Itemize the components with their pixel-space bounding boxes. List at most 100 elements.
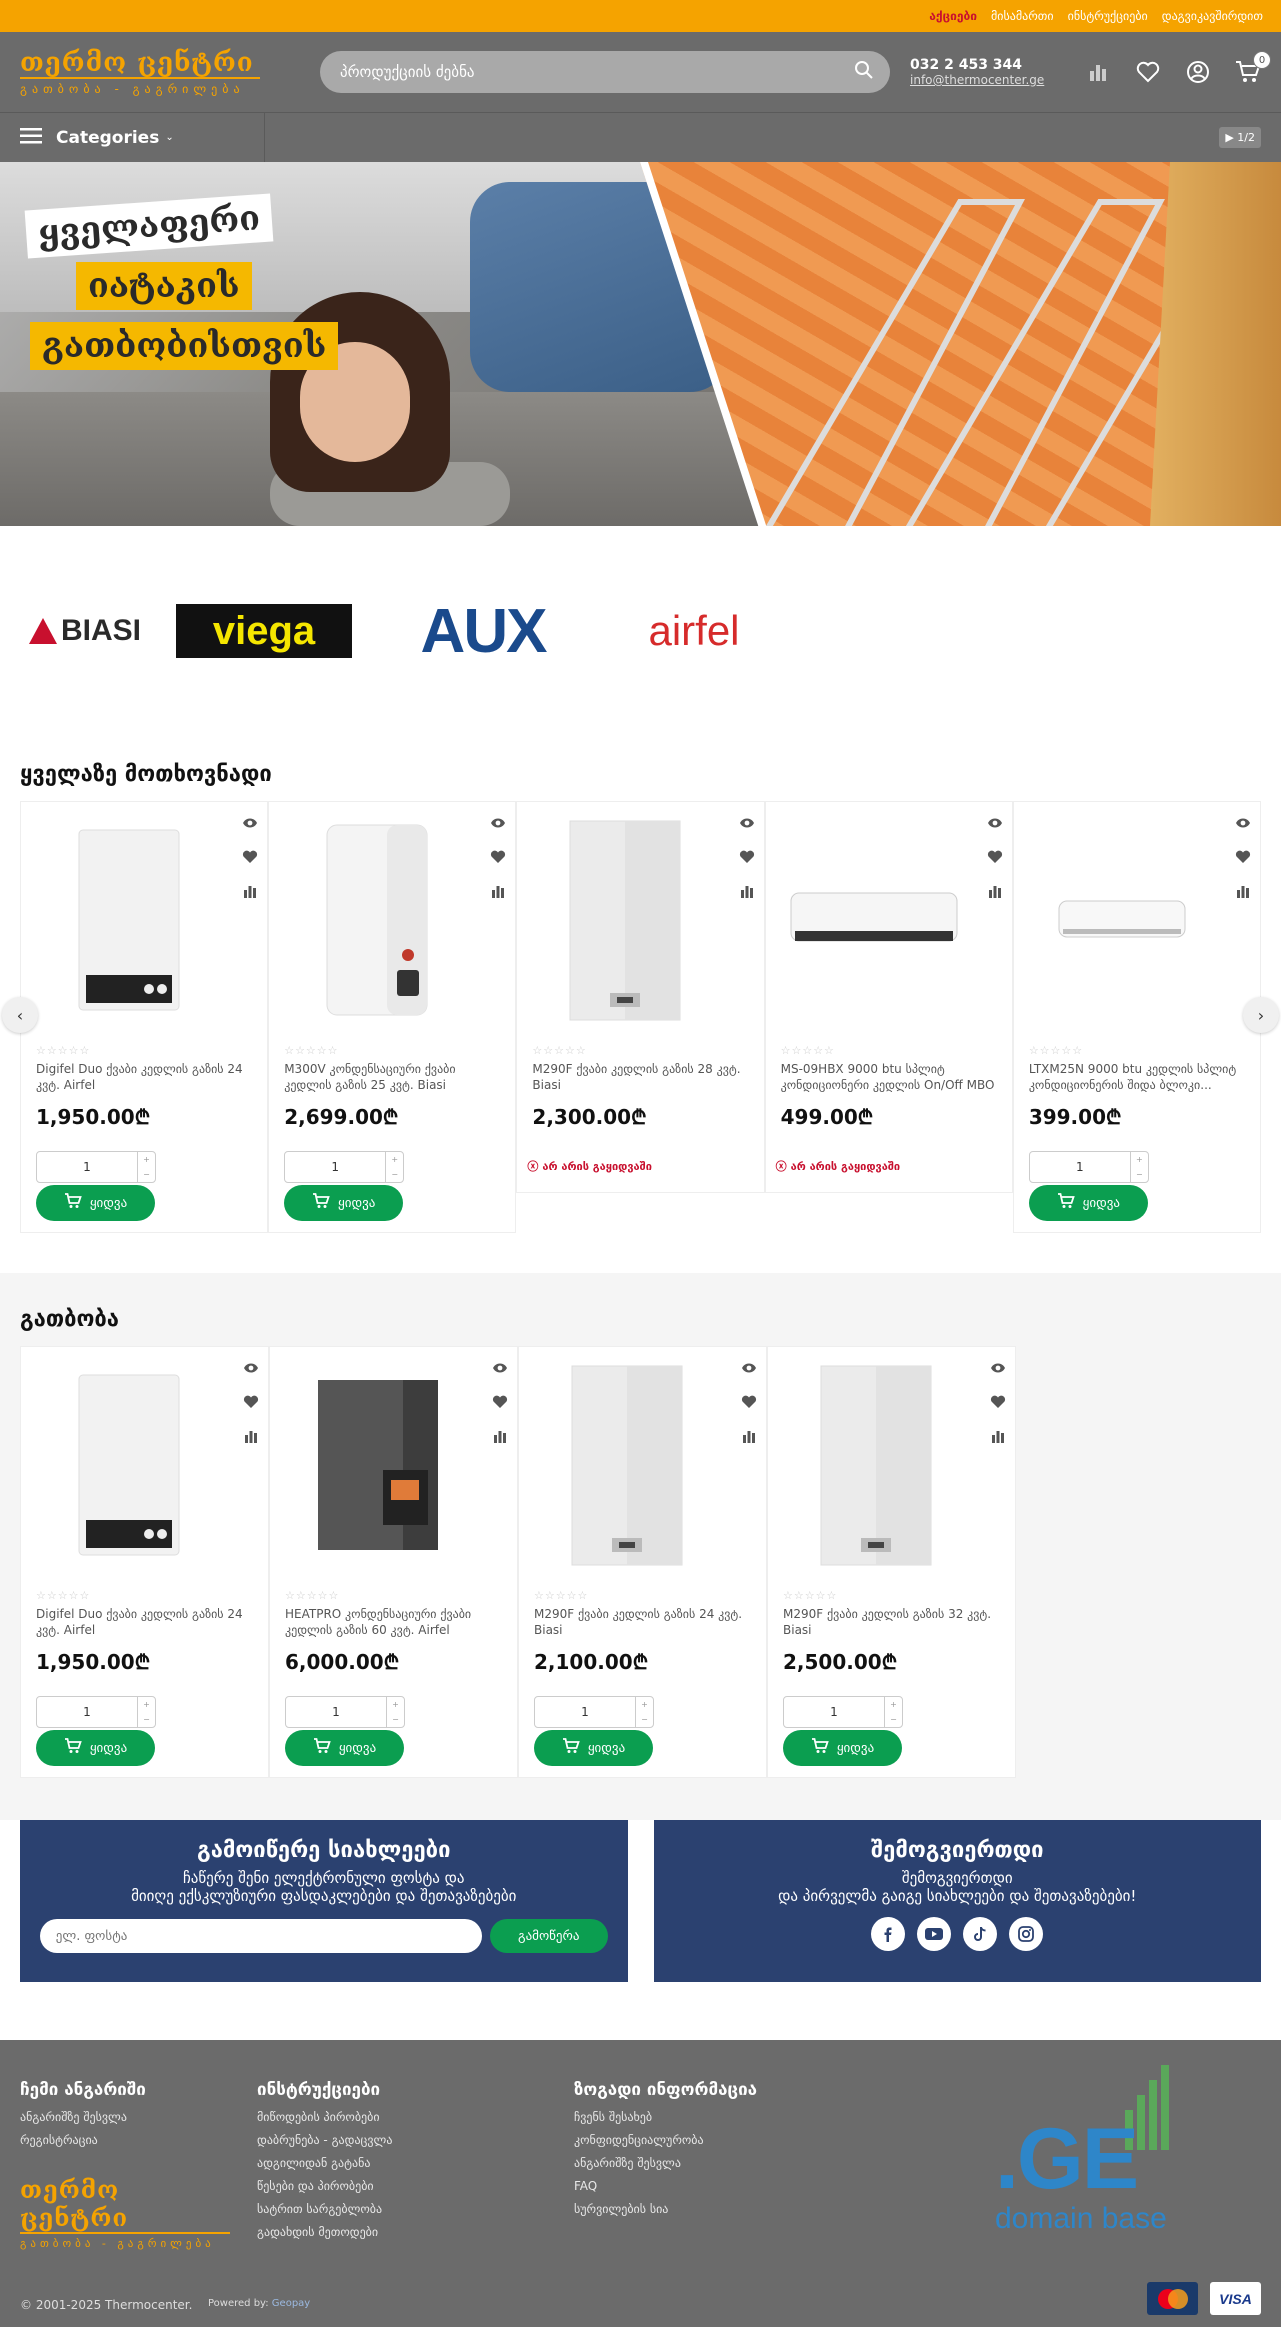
carousel-prev-button[interactable]: ‹	[2, 997, 38, 1033]
hero-banner[interactable]: ყველაფერი იატაკის გათბობისთვის	[0, 162, 1281, 526]
quick-view-icon[interactable]	[489, 814, 507, 832]
brand-logo-aux[interactable]: AUX	[378, 596, 588, 667]
decrement-icon[interactable]: −	[885, 1712, 902, 1727]
product-name[interactable]: Digifel Duo ქვაბი კედლის გაზის 24 კვტ. A…	[36, 1606, 256, 1638]
compare-icon[interactable]	[1085, 59, 1111, 85]
product-image[interactable]	[288, 1363, 468, 1567]
newsletter-email-input[interactable]	[39, 1919, 482, 1953]
footer-link[interactable]: ადგილიდან გატანა	[257, 2156, 392, 2170]
footer-link[interactable]: მიწოდების პირობები	[257, 2110, 392, 2124]
increment-icon[interactable]: +	[1131, 1152, 1148, 1167]
cart-icon[interactable]: 0	[1235, 51, 1271, 85]
categories-menu-button[interactable]: Categories ⌄	[20, 112, 265, 163]
product-image[interactable]	[39, 818, 219, 1022]
quick-view-icon[interactable]	[1234, 814, 1252, 832]
footer-link[interactable]: ჩვენს შესახებ	[574, 2110, 757, 2124]
decrement-icon[interactable]: −	[138, 1712, 155, 1727]
topbar-link-contact[interactable]: დაგვიკავშირდით	[1162, 9, 1263, 23]
buy-button[interactable]: ყიდვა	[534, 1730, 653, 1766]
product-name[interactable]: M290F ქვაბი კედლის გაზის 32 კვტ. Biasi	[783, 1606, 1003, 1638]
youtube-icon[interactable]	[917, 1917, 952, 1951]
add-to-wishlist-icon[interactable]	[738, 848, 756, 866]
product-card[interactable]: ☆☆☆☆☆ MS-09HBX 9000 btu სპლიტ კონდიციონერ…	[764, 801, 1013, 1193]
footer-link[interactable]: რეგისტრაცია	[20, 2133, 146, 2147]
phone-number[interactable]: 032 2 453 344	[910, 57, 1044, 73]
buy-button[interactable]: ყიდვა	[285, 1730, 404, 1766]
product-card[interactable]: ☆☆☆☆☆ HEATPRO კონდენსაციური ქვაბი კედლის …	[269, 1346, 518, 1778]
product-name[interactable]: HEATPRO კონდენსაციური ქვაბი კედლის გაზის…	[285, 1606, 505, 1638]
quick-view-icon[interactable]	[242, 1359, 260, 1377]
footer-logo[interactable]: თერმო ცენტრი გათბობა - გაგრილება	[20, 2176, 265, 2250]
product-card[interactable]: ☆☆☆☆☆ M290F ქვაბი კედლის გაზის 28 კვტ. Bi…	[516, 801, 765, 1193]
quick-view-icon[interactable]	[241, 814, 259, 832]
decrement-icon[interactable]: −	[387, 1712, 404, 1727]
footer-link[interactable]: ანგარიშზე შესვლა	[20, 2110, 146, 2124]
add-to-compare-icon[interactable]	[242, 1427, 260, 1445]
product-name[interactable]: M300V კონდენსაციური ქვაბი კედლის გაზის 2…	[284, 1061, 504, 1093]
increment-icon[interactable]: +	[138, 1697, 155, 1712]
add-to-wishlist-icon[interactable]	[986, 848, 1004, 866]
add-to-wishlist-icon[interactable]	[489, 848, 507, 866]
footer-link[interactable]: სატრით სარგებლობა	[257, 2202, 392, 2216]
quantity-input[interactable]	[784, 1705, 884, 1719]
product-image[interactable]	[39, 1363, 219, 1567]
add-to-compare-icon[interactable]	[489, 882, 507, 900]
topbar-link-instructions[interactable]: ინსტრუქციები	[1068, 9, 1148, 23]
add-to-compare-icon[interactable]	[989, 1427, 1007, 1445]
product-card[interactable]: ☆☆☆☆☆ M290F ქვაბი კედლის გაზის 24 კვტ. Bi…	[518, 1346, 767, 1778]
increment-icon[interactable]: +	[386, 1152, 403, 1167]
instagram-icon[interactable]	[1009, 1917, 1044, 1951]
add-to-compare-icon[interactable]	[738, 882, 756, 900]
footer-link[interactable]: ანგარიშზე შესვლა	[574, 2156, 757, 2170]
quantity-input[interactable]	[37, 1705, 137, 1719]
add-to-compare-icon[interactable]	[986, 882, 1004, 900]
footer-link[interactable]: კონფიდენციალურობა	[574, 2133, 757, 2147]
brand-logo-biasi[interactable]: BIASI	[20, 614, 150, 648]
tiktok-icon[interactable]	[963, 1917, 998, 1951]
add-to-wishlist-icon[interactable]	[241, 848, 259, 866]
product-image[interactable]	[1032, 818, 1212, 1022]
footer-link[interactable]: წესები და პირობები	[257, 2179, 392, 2193]
product-image[interactable]	[784, 818, 964, 1022]
product-card[interactable]: ☆☆☆☆☆ LTXM25N 9000 btu კედლის სპლიტ კონდი…	[1012, 801, 1262, 1233]
add-to-compare-icon[interactable]	[740, 1427, 758, 1445]
email-link[interactable]: info@thermocenter.ge	[910, 73, 1044, 87]
product-name[interactable]: M290F ქვაბი კედლის გაზის 24 კვტ. Biasi	[534, 1606, 754, 1638]
facebook-icon[interactable]	[871, 1917, 906, 1951]
add-to-compare-icon[interactable]	[241, 882, 259, 900]
quantity-input[interactable]	[37, 1160, 137, 1174]
quick-view-icon[interactable]	[740, 1359, 758, 1377]
product-name[interactable]: Digifel Duo ქვაბი კედლის გაზის 24 კვტ. A…	[36, 1061, 256, 1093]
quick-view-icon[interactable]	[989, 1359, 1007, 1377]
product-card[interactable]: ☆☆☆☆☆ M290F ქვაბი კედლის გაზის 32 კვტ. Bi…	[767, 1346, 1016, 1778]
add-to-wishlist-icon[interactable]	[989, 1393, 1007, 1411]
ge-domain-badge[interactable]: .GE domain base	[995, 2050, 1195, 2240]
decrement-icon[interactable]: −	[138, 1167, 155, 1182]
search-input[interactable]	[340, 63, 854, 81]
footer-link[interactable]: FAQ	[574, 2179, 757, 2193]
powered-link[interactable]: Geopay	[272, 2298, 310, 2309]
account-icon[interactable]	[1185, 59, 1211, 85]
increment-icon[interactable]: +	[885, 1697, 902, 1712]
buy-button[interactable]: ყიდვა	[36, 1730, 155, 1766]
product-card[interactable]: ☆☆☆☆☆ Digifel Duo ქვაბი კედლის გაზის 24 კ…	[20, 1346, 269, 1778]
buy-button[interactable]: ყიდვა	[1028, 1185, 1148, 1221]
product-image[interactable]	[287, 818, 467, 1022]
footer-link[interactable]: გადახდის მეთოდები	[257, 2225, 392, 2239]
product-image[interactable]	[786, 1363, 966, 1567]
wishlist-icon[interactable]	[1135, 59, 1161, 85]
product-image[interactable]	[535, 818, 715, 1022]
product-name[interactable]: MS-09HBX 9000 btu სპლიტ კონდიციონერი კედ…	[781, 1061, 1001, 1093]
site-logo[interactable]: თერმო ცენტრი გათბობა - გაგრილება	[20, 49, 265, 96]
add-to-wishlist-icon[interactable]	[242, 1393, 260, 1411]
add-to-compare-icon[interactable]	[491, 1427, 509, 1445]
footer-link[interactable]: სურვილების სია	[574, 2202, 757, 2216]
quantity-input[interactable]	[286, 1705, 386, 1719]
carousel-next-button[interactable]: ›	[1243, 997, 1279, 1033]
topbar-link-promotions[interactable]: აქციები	[929, 9, 977, 23]
footer-link[interactable]: დაბრუნება - გადაცვლა	[257, 2133, 392, 2147]
quick-view-icon[interactable]	[738, 814, 756, 832]
buy-button[interactable]: ყიდვა	[284, 1185, 404, 1221]
brand-logo-airfel[interactable]: airfel	[614, 607, 774, 655]
search-icon[interactable]	[854, 60, 874, 84]
